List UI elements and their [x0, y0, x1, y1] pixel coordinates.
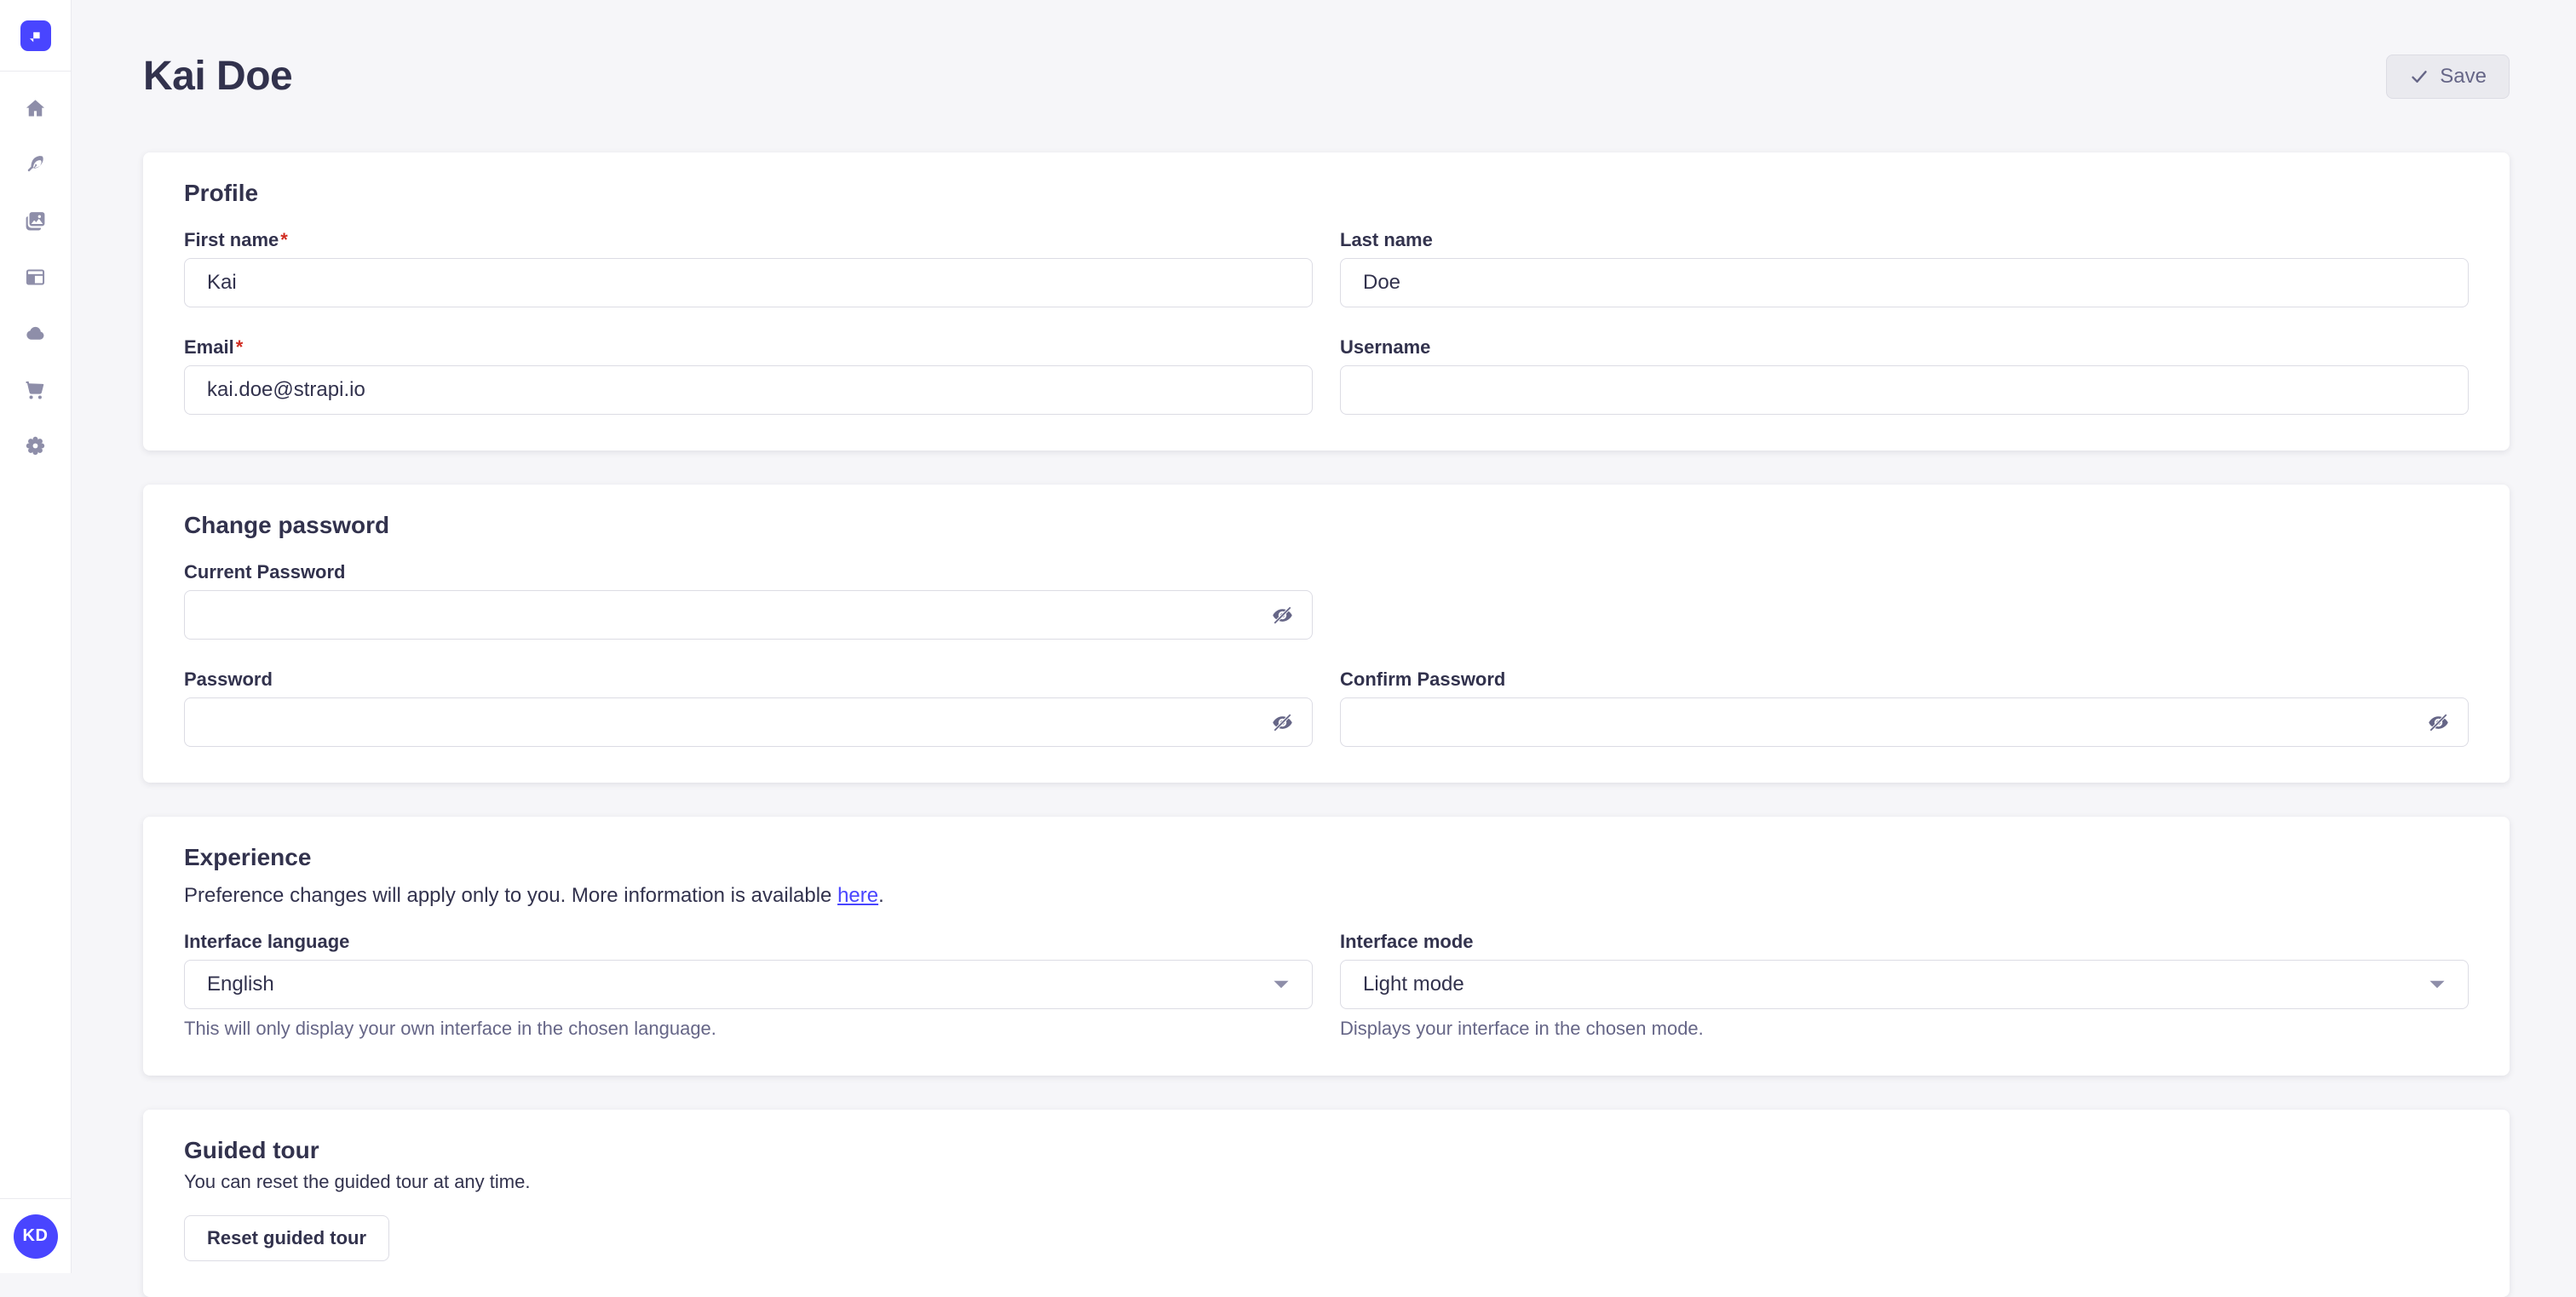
username-field-group: Username	[1340, 336, 2469, 415]
user-avatar[interactable]: KD	[14, 1214, 58, 1259]
first-name-input[interactable]	[184, 258, 1313, 307]
required-asterisk: *	[236, 336, 244, 358]
password-input[interactable]	[184, 697, 1313, 747]
guided-tour-description: You can reset the guided tour at any tim…	[184, 1171, 2469, 1193]
sidebar-item-home[interactable]	[0, 80, 72, 136]
toggle-current-password-visibility-button[interactable]	[1267, 600, 1297, 630]
feather-icon	[24, 153, 47, 176]
strapi-glyph	[26, 26, 46, 46]
change-password-card: Change password Current Password	[143, 485, 2510, 783]
interface-mode-field-group: Interface mode Light mode Displays your …	[1340, 931, 2469, 1040]
experience-heading: Experience	[184, 844, 2469, 871]
cart-icon	[24, 378, 47, 401]
interface-language-label: Interface language	[184, 931, 1313, 953]
chevron-down-icon	[2429, 979, 2446, 990]
required-asterisk: *	[280, 229, 288, 250]
check-icon	[2409, 66, 2429, 87]
spacer-cell	[1340, 561, 2469, 640]
sidebar: KD	[0, 0, 72, 1273]
sidebar-item-content-manager[interactable]	[0, 136, 72, 192]
home-icon	[24, 97, 47, 120]
interface-language-select[interactable]: English	[184, 960, 1313, 1009]
interface-mode-label: Interface mode	[1340, 931, 2469, 953]
strapi-logo-icon[interactable]	[20, 20, 51, 51]
chevron-down-icon	[1273, 979, 1290, 990]
eye-off-icon	[1271, 711, 1294, 734]
username-input[interactable]	[1340, 365, 2469, 415]
change-password-heading: Change password	[184, 512, 2469, 539]
interface-mode-hint: Displays your interface in the chosen mo…	[1340, 1018, 2469, 1040]
last-name-input[interactable]	[1340, 258, 2469, 307]
content-area: Profile First name* Last name Email*	[72, 100, 2576, 1297]
password-field-group: Password	[184, 669, 1313, 747]
experience-description: Preference changes will apply only to yo…	[184, 883, 2469, 909]
profile-card: Profile First name* Last name Email*	[143, 152, 2510, 451]
interface-language-field-group: Interface language English This will onl…	[184, 931, 1313, 1040]
eye-off-icon	[2427, 711, 2450, 734]
last-name-label: Last name	[1340, 229, 2469, 251]
gear-icon	[24, 434, 47, 457]
sidebar-item-deploy[interactable]	[0, 305, 72, 361]
reset-guided-tour-button[interactable]: Reset guided tour	[184, 1215, 389, 1261]
toggle-confirm-password-visibility-button[interactable]	[2423, 707, 2453, 737]
email-label: Email*	[184, 336, 1313, 359]
current-password-field-group: Current Password	[184, 561, 1313, 640]
interface-language-hint: This will only display your own interfac…	[184, 1018, 1313, 1040]
save-button[interactable]: Save	[2386, 55, 2510, 99]
sidebar-item-settings[interactable]	[0, 417, 72, 473]
guided-tour-card: Guided tour You can reset the guided tou…	[143, 1110, 2510, 1297]
confirm-password-input[interactable]	[1340, 697, 2469, 747]
current-password-input[interactable]	[184, 590, 1313, 640]
guided-tour-heading: Guided tour	[184, 1137, 2469, 1164]
save-button-label: Save	[2440, 65, 2487, 89]
password-label: Password	[184, 669, 1313, 691]
images-icon	[24, 209, 47, 232]
email-field-group: Email*	[184, 336, 1313, 415]
experience-card: Experience Preference changes will apply…	[143, 817, 2510, 1076]
main-content: Kai Doe Save Profile First name* Last na…	[72, 0, 2576, 1297]
username-label: Username	[1340, 336, 2469, 359]
sidebar-item-media-library[interactable]	[0, 192, 72, 249]
more-info-link[interactable]: here	[837, 884, 878, 907]
interface-mode-select[interactable]: Light mode	[1340, 960, 2469, 1009]
cloud-icon	[24, 322, 47, 345]
layout-icon	[24, 266, 47, 289]
interface-language-value: English	[207, 973, 274, 996]
profile-heading: Profile	[184, 180, 2469, 207]
interface-mode-value: Light mode	[1363, 973, 1464, 996]
avatar-container: KD	[0, 1198, 71, 1273]
eye-off-icon	[1271, 604, 1294, 627]
sidebar-item-marketplace[interactable]	[0, 361, 72, 417]
sidebar-item-content-type-builder[interactable]	[0, 249, 72, 305]
page-title: Kai Doe	[143, 53, 292, 100]
current-password-label: Current Password	[184, 561, 1313, 583]
page-header: Kai Doe Save	[72, 0, 2576, 100]
confirm-password-field-group: Confirm Password	[1340, 669, 2469, 747]
logo-container	[0, 0, 71, 72]
email-input[interactable]	[184, 365, 1313, 415]
toggle-password-visibility-button[interactable]	[1267, 707, 1297, 737]
confirm-password-label: Confirm Password	[1340, 669, 2469, 691]
first-name-field-group: First name*	[184, 229, 1313, 307]
first-name-label: First name*	[184, 229, 1313, 251]
last-name-field-group: Last name	[1340, 229, 2469, 307]
sidebar-nav	[0, 72, 71, 1198]
